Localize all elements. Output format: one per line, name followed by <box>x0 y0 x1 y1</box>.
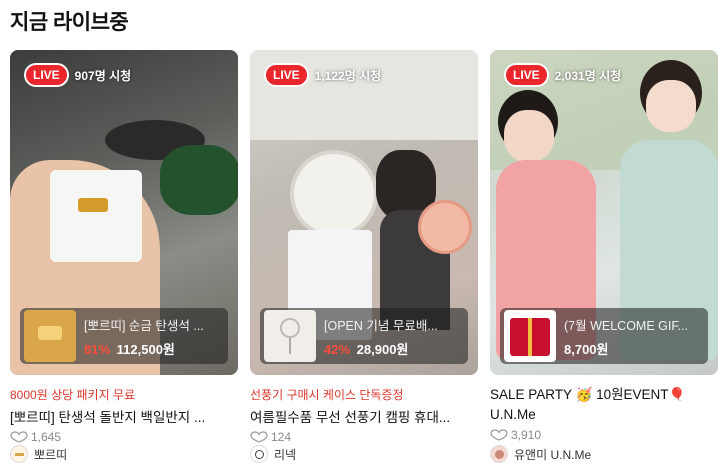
live-card-0[interactable]: LIVE 907명 시청 [뽀르띠] 순금 탄생석 ... 81% 112,50… <box>10 50 238 463</box>
product-price: 28,900원 <box>356 341 409 357</box>
seller-avatar <box>250 445 268 463</box>
product-name: (7월 WELCOME GIF... <box>564 318 689 333</box>
seller-name: 뽀르띠 <box>34 447 68 462</box>
product-image <box>504 310 556 362</box>
discount-rate: 81% <box>84 341 111 357</box>
likes-count: 1,645 <box>31 430 62 444</box>
live-card-2[interactable]: LIVE 2,031명 시청 (7월 WELCOME GIF... 8,700원… <box>490 50 718 463</box>
viewer-count: 1,122명 시청 <box>314 68 382 83</box>
discount-rate: 42% <box>324 341 351 357</box>
seller-name: 리넥 <box>274 447 297 462</box>
likes-row: 3,910 <box>490 428 718 442</box>
live-title[interactable]: SALE PARTY 🥳 10원EVENT🎈U.N.Me <box>490 385 718 425</box>
seller-row[interactable]: 유앤미 U.N.Me <box>490 445 591 463</box>
product-image <box>264 310 316 362</box>
seller-avatar <box>490 445 508 463</box>
heart-outline-icon <box>10 431 28 443</box>
section-title: 지금 라이브중 <box>10 11 129 34</box>
live-thumbnail[interactable]: LIVE 1,122명 시청 [OPEN 기념 무료배... 42% 28,90… <box>250 50 478 375</box>
product-bar[interactable]: (7월 WELCOME GIF... 8,700원 <box>500 308 708 364</box>
live-thumbnail[interactable]: LIVE 2,031명 시청 (7월 WELCOME GIF... 8,700원 <box>490 50 718 375</box>
product-price: 8,700원 <box>564 341 609 357</box>
likes-row: 1,645 <box>10 430 238 444</box>
seller-avatar <box>10 445 28 463</box>
likes-row: 124 <box>250 430 478 444</box>
product-bar[interactable]: [OPEN 기념 무료배... 42% 28,900원 <box>260 308 468 364</box>
likes-count: 3,910 <box>511 428 542 442</box>
live-badge: LIVE <box>264 63 309 87</box>
live-title[interactable]: [뽀르띠] 탄생석 돌반지 백일반지 ... <box>10 408 238 428</box>
live-title[interactable]: 여름필수품 무선 선풍기 캠핑 휴대... <box>250 408 478 428</box>
heart-outline-icon <box>250 431 268 443</box>
product-name: [OPEN 기념 무료배... <box>324 318 438 333</box>
live-thumbnail[interactable]: LIVE 907명 시청 [뽀르띠] 순금 탄생석 ... 81% 112,50… <box>10 50 238 375</box>
product-price: 112,500원 <box>116 341 175 357</box>
product-name: [뽀르띠] 순금 탄생석 ... <box>84 318 204 333</box>
seller-name: 유앤미 U.N.Me <box>514 447 592 462</box>
promo-text: 8000원 상당 패키지 무료 <box>10 388 136 402</box>
product-bar[interactable]: [뽀르띠] 순금 탄생석 ... 81% 112,500원 <box>20 308 228 364</box>
live-badge: LIVE <box>24 63 69 87</box>
promo-text: 선풍기 구매시 케이스 단독증정 <box>250 388 404 402</box>
live-card-1[interactable]: LIVE 1,122명 시청 [OPEN 기념 무료배... 42% 28,90… <box>250 50 478 463</box>
likes-count: 124 <box>271 430 292 444</box>
live-badge: LIVE <box>504 63 549 87</box>
viewer-count: 2,031명 시청 <box>554 68 622 83</box>
product-image <box>24 310 76 362</box>
seller-row[interactable]: 리넥 <box>250 445 296 463</box>
heart-outline-icon <box>490 429 508 441</box>
seller-row[interactable]: 뽀르띠 <box>10 445 67 463</box>
viewer-count: 907명 시청 <box>74 68 132 83</box>
